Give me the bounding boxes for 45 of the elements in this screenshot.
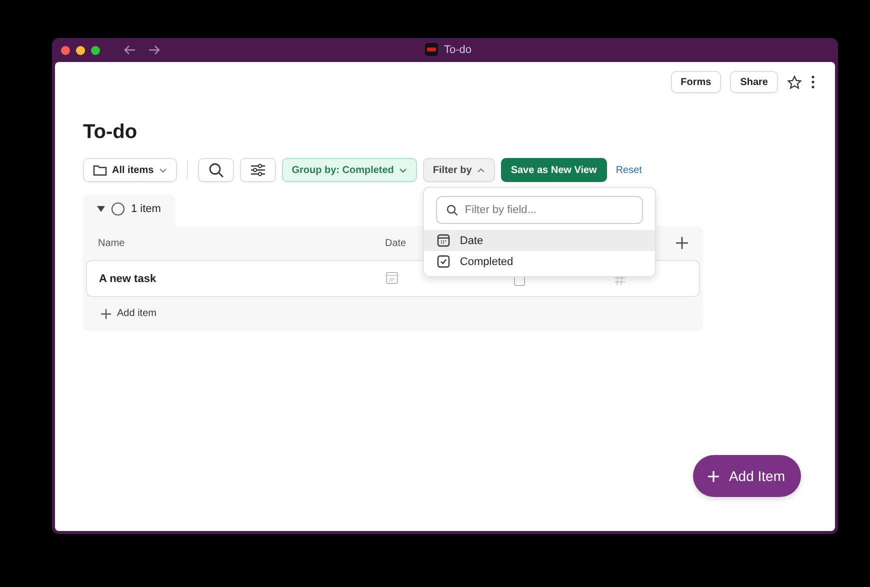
- filter-search-field[interactable]: Filter by field...: [436, 196, 643, 224]
- sliders-icon: [250, 163, 266, 177]
- minimize-icon[interactable]: [76, 46, 85, 54]
- maximize-icon[interactable]: [91, 46, 100, 54]
- folder-icon: [93, 164, 107, 176]
- search-icon: [446, 204, 458, 216]
- star-icon[interactable]: [787, 74, 802, 90]
- caret-icon: [158, 168, 167, 172]
- plus-icon: [708, 470, 719, 482]
- hash-icon: [615, 275, 625, 285]
- window-title: To-do: [444, 44, 472, 56]
- reset-link[interactable]: Reset: [616, 164, 642, 176]
- calendar-icon: [436, 234, 450, 247]
- more-icon[interactable]: [811, 75, 815, 89]
- menu-item-label: Date: [460, 234, 484, 246]
- app-icon: [425, 43, 438, 56]
- add-item-button[interactable]: Add item: [86, 297, 172, 323]
- column-header: Date: [385, 238, 406, 248]
- task-name: A new task: [98, 272, 158, 284]
- column-header: Name: [97, 238, 126, 248]
- caret-icon[interactable]: [97, 206, 105, 212]
- group-label: 1 item: [131, 203, 161, 215]
- plus-icon: [101, 308, 111, 318]
- filter-dropdown[interactable]: Filter by: [422, 158, 495, 182]
- caret-icon: [398, 168, 407, 172]
- filter-menu-item[interactable]: Date: [424, 230, 655, 251]
- checkbox[interactable]: [514, 275, 525, 286]
- checkbox-icon: [436, 255, 450, 268]
- search-icon: [208, 162, 224, 178]
- settings-button[interactable]: [240, 158, 276, 182]
- back-icon[interactable]: [124, 44, 136, 56]
- close-icon[interactable]: [61, 46, 70, 54]
- caret-icon: [476, 168, 485, 172]
- group-by-dropdown[interactable]: Group by: Completed: [282, 158, 417, 182]
- page-title: To-do: [83, 121, 138, 144]
- header-button[interactable]: Share: [730, 71, 778, 93]
- search-button[interactable]: [198, 158, 234, 182]
- forward-icon[interactable]: [148, 44, 160, 56]
- add-column-icon[interactable]: [676, 237, 688, 249]
- circle-icon: [111, 202, 125, 216]
- header-button[interactable]: Forms: [670, 71, 722, 93]
- save-view-button[interactable]: Save as New View: [500, 158, 607, 182]
- group-tab[interactable]: 1 item: [83, 194, 175, 226]
- add-item-fab[interactable]: Add Item: [692, 455, 801, 497]
- view-dropdown[interactable]: All items: [83, 158, 177, 182]
